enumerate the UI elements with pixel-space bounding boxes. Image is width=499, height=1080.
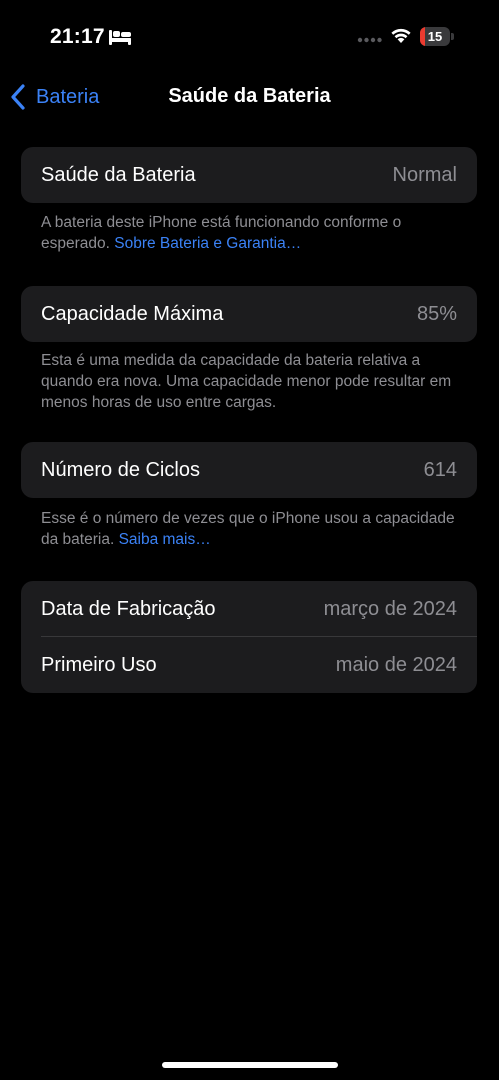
cycle-count-value: 614: [423, 458, 457, 481]
cycle-count-footnote: Esse é o número de vezes que o iPhone us…: [41, 508, 461, 550]
battery-cap: [451, 33, 454, 40]
home-indicator[interactable]: [162, 1062, 338, 1068]
max-capacity-row: Capacidade Máxima 85%: [21, 286, 477, 342]
max-capacity-label: Capacidade Máxima: [41, 302, 224, 325]
battery-icon: 15: [420, 27, 454, 47]
cellular-signal-icon: [357, 37, 382, 43]
dates-group: Data de Fabricação março de 2024 Primeir…: [21, 581, 477, 693]
battery-health-value: Normal: [392, 163, 457, 186]
cycle-count-group: Número de Ciclos 614: [21, 442, 477, 498]
battery-warranty-link[interactable]: Sobre Bateria e Garantia…: [114, 235, 301, 252]
first-use-row: Primeiro Uso maio de 2024: [21, 637, 477, 693]
battery-body: 15: [420, 27, 450, 46]
cycle-count-row: Número de Ciclos 614: [21, 442, 477, 498]
first-use-label: Primeiro Uso: [41, 653, 157, 676]
first-use-value: maio de 2024: [335, 653, 457, 676]
max-capacity-group: Capacidade Máxima 85%: [21, 286, 477, 342]
wifi-icon: [391, 28, 411, 43]
cycle-count-label: Número de Ciclos: [41, 458, 200, 481]
status-bar: 21:17 15: [0, 0, 499, 72]
page-title: Saúde da Bateria: [168, 85, 331, 107]
manufacture-date-label: Data de Fabricação: [41, 597, 216, 620]
bed-icon: [109, 30, 131, 45]
max-capacity-value: 85%: [416, 302, 457, 325]
manufacture-date-row: Data de Fabricação março de 2024: [21, 581, 477, 637]
battery-health-row: Saúde da Bateria Normal: [21, 147, 477, 203]
manufacture-date-value: março de 2024: [323, 597, 457, 620]
battery-level: 15: [427, 29, 443, 44]
navigation-bar: Bateria Saúde da Bateria: [0, 72, 499, 122]
cycle-count-footnote-text: Esse é o número de vezes que o iPhone us…: [41, 510, 455, 548]
status-time: 21:17: [50, 25, 105, 48]
battery-health-footnote: A bateria deste iPhone está funcionando …: [41, 212, 461, 254]
max-capacity-footnote: Esta é uma medida da capacidade da bater…: [41, 352, 452, 411]
learn-more-link[interactable]: Saiba mais…: [119, 531, 211, 548]
battery-health-label: Saúde da Bateria: [41, 163, 196, 186]
battery-health-group: Saúde da Bateria Normal: [21, 147, 477, 203]
